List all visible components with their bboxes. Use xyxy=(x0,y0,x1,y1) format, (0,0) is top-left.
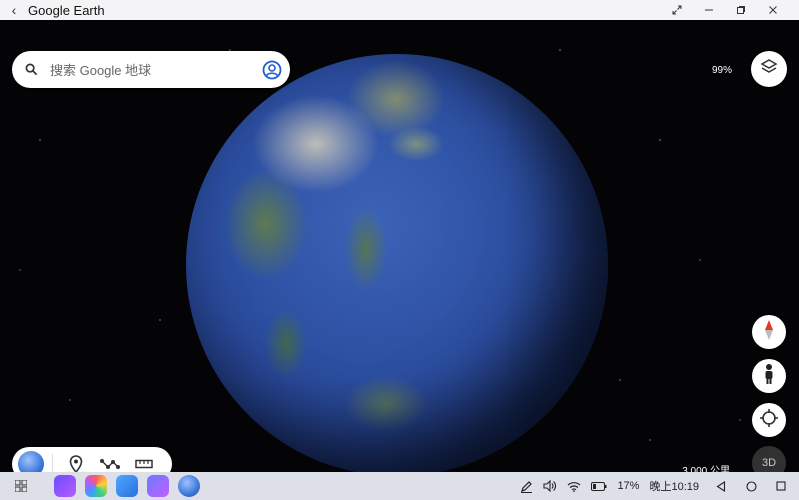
my-location-button[interactable] xyxy=(752,403,786,437)
earth-viewport[interactable]: 搜索 Google 地球 99% 3D 3,000 公里 xyxy=(0,20,799,472)
search-icon xyxy=(12,63,50,76)
window-title: Google Earth xyxy=(28,2,105,18)
restore-icon[interactable] xyxy=(725,0,757,20)
nav-home-icon[interactable] xyxy=(739,480,763,492)
map-pin-icon xyxy=(69,455,83,472)
app-icon-google-earth[interactable] xyxy=(178,475,200,497)
tools-bar xyxy=(12,447,172,472)
measure-button[interactable] xyxy=(127,447,161,472)
battery-icon[interactable] xyxy=(591,481,607,491)
minimize-icon[interactable] xyxy=(693,0,725,20)
nav-recents-icon[interactable] xyxy=(769,481,793,491)
app-icon-gallery[interactable] xyxy=(85,475,107,497)
clock[interactable]: 晚上10:19 xyxy=(649,478,699,494)
app-icon-assistant[interactable] xyxy=(54,475,76,497)
back-arrow-icon[interactable]: ‹ xyxy=(0,0,28,20)
compass-button[interactable] xyxy=(752,315,786,349)
zoom-percent: 99% xyxy=(712,65,733,76)
battery-percent: 17% xyxy=(617,480,640,492)
account-icon[interactable] xyxy=(254,60,290,80)
add-placemark-button[interactable] xyxy=(59,447,93,472)
toggle-3d-button[interactable]: 3D xyxy=(752,446,786,472)
scale-indicator: 3,000 公里 xyxy=(602,462,736,472)
app-grid-icon[interactable] xyxy=(0,480,42,492)
taskbar: 17% 晚上10:19 xyxy=(0,472,799,500)
wifi-icon[interactable] xyxy=(567,481,581,492)
volume-icon[interactable] xyxy=(543,480,557,492)
street-view-button[interactable] xyxy=(752,359,786,393)
ruler-icon xyxy=(135,459,153,469)
layers-icon xyxy=(760,58,778,81)
earth-icon xyxy=(18,451,44,472)
pegman-icon xyxy=(762,363,776,390)
compass-icon xyxy=(762,319,776,346)
scale-label: 3,000 公里 xyxy=(682,466,730,472)
location-target-icon xyxy=(759,408,779,433)
close-icon[interactable] xyxy=(757,0,789,20)
app-icon-cloud[interactable] xyxy=(116,475,138,497)
pen-icon[interactable] xyxy=(520,480,533,493)
nav-back-icon[interactable] xyxy=(709,480,733,492)
layers-button[interactable] xyxy=(751,51,787,87)
search-bar[interactable]: 搜索 Google 地球 xyxy=(12,51,290,88)
divider xyxy=(52,454,53,472)
expand-icon[interactable] xyxy=(661,0,693,20)
search-input[interactable]: 搜索 Google 地球 xyxy=(50,60,254,79)
app-icon-store[interactable] xyxy=(147,475,169,497)
earth-globe[interactable] xyxy=(186,54,608,472)
draw-path-button[interactable] xyxy=(93,447,127,472)
title-bar: ‹ Google Earth xyxy=(0,0,799,20)
path-icon xyxy=(100,459,120,469)
voyager-button[interactable] xyxy=(12,447,46,472)
window-controls xyxy=(661,0,789,20)
system-tray: 17% 晚上10:19 xyxy=(520,472,799,500)
